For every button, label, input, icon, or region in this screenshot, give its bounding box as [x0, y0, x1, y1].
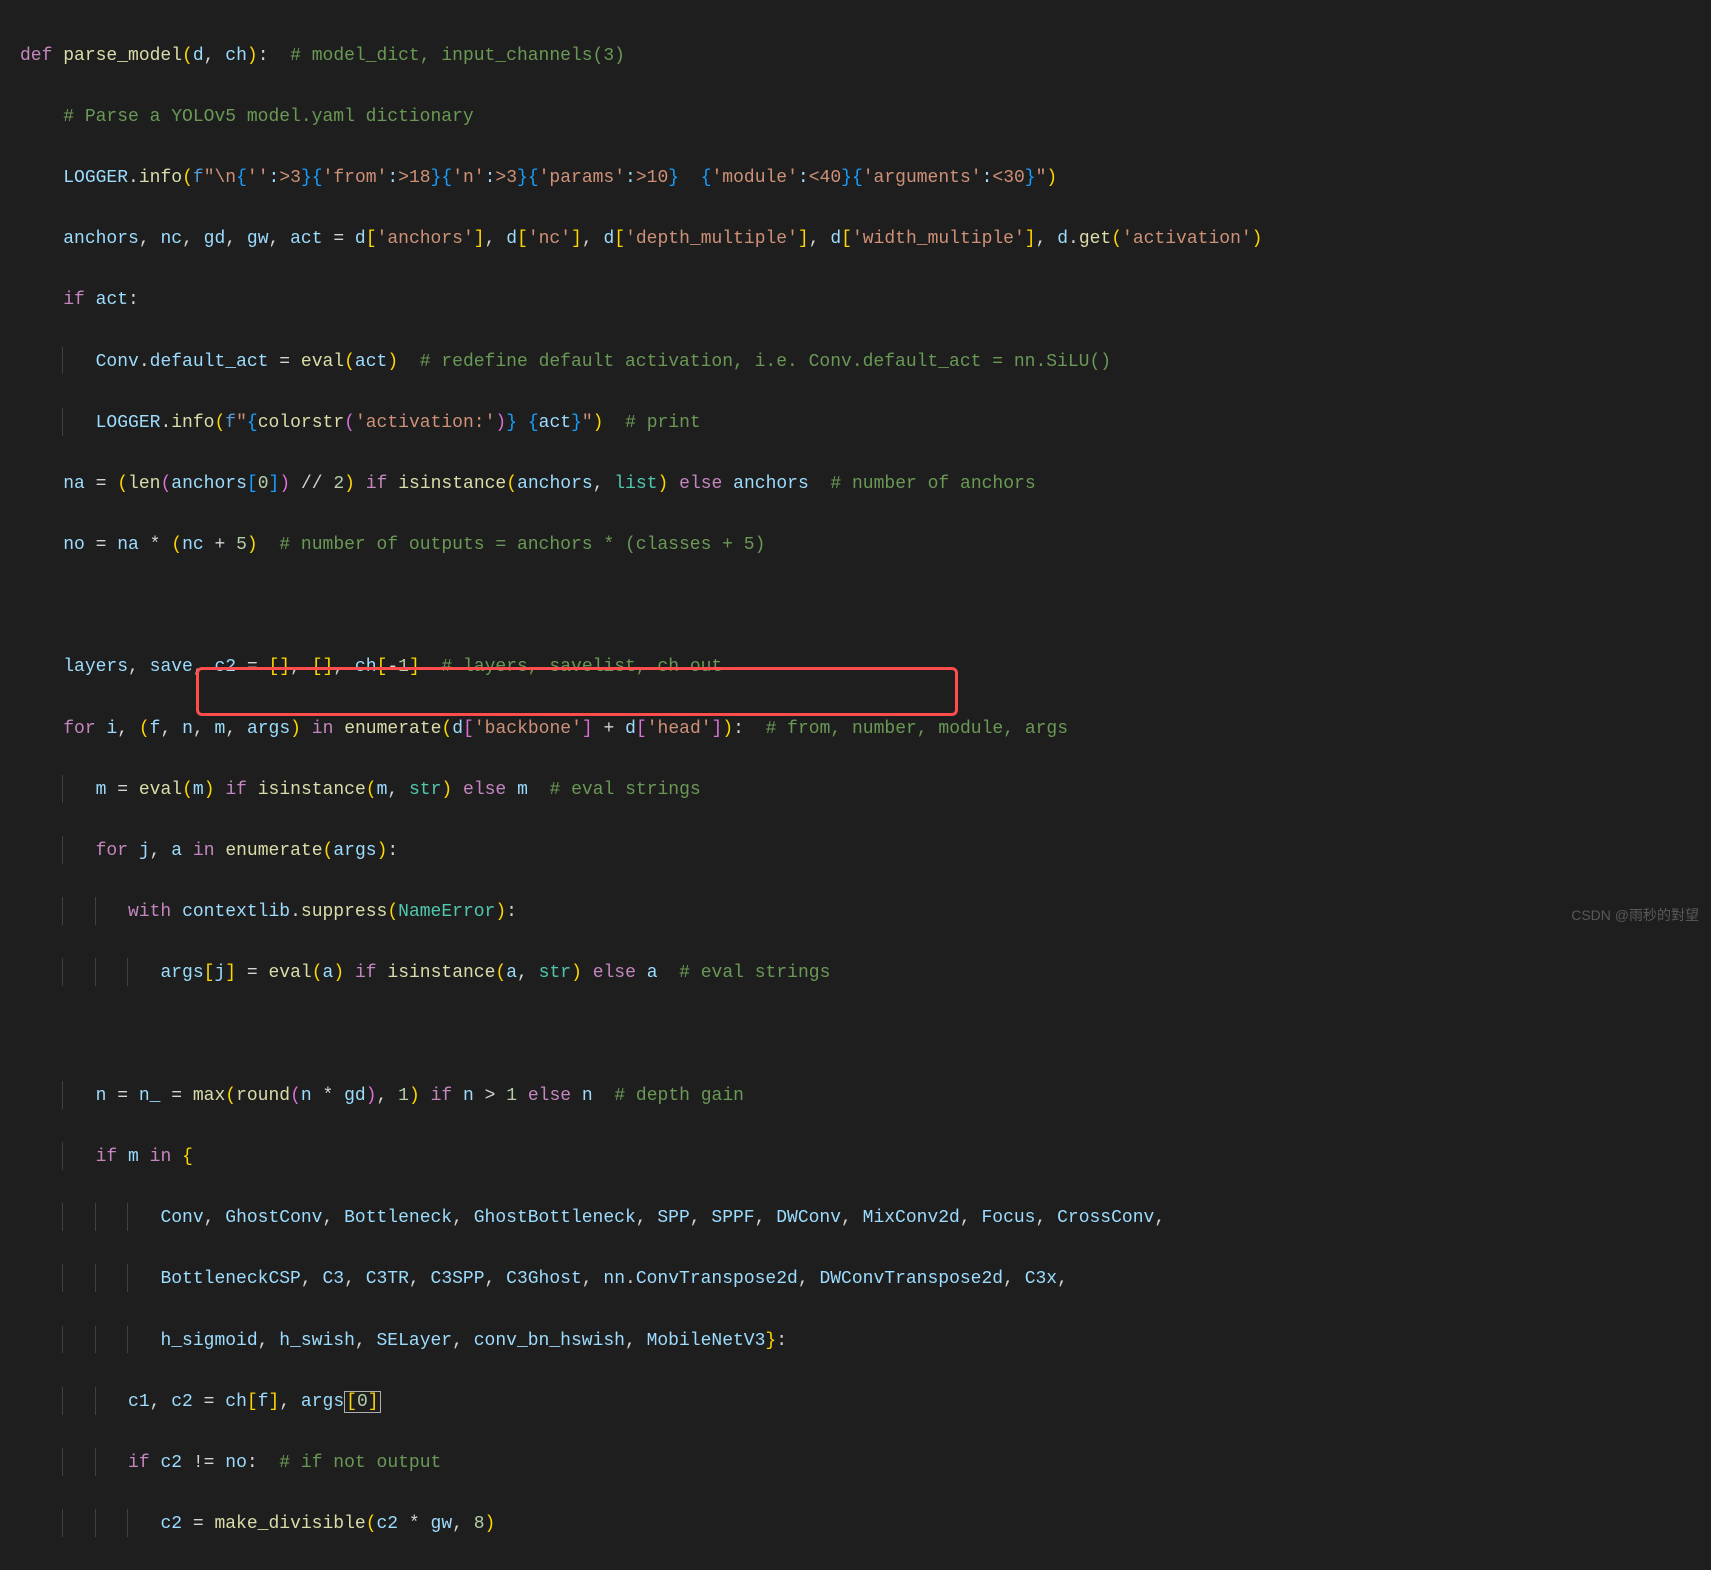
code-line: for i, (f, n, m, args) in enumerate(d['b…	[20, 714, 1711, 745]
code-editor[interactable]: def parse_model(d, ch): # model_dict, in…	[0, 0, 1711, 1570]
code-line	[20, 591, 1711, 622]
code-line: no = na * (nc + 5) # number of outputs =…	[20, 530, 1711, 561]
code-line	[20, 1020, 1711, 1051]
code-line: n = n_ = max(round(n * gd), 1) if n > 1 …	[20, 1081, 1711, 1112]
watermark-text: CSDN @雨秒的對望	[1571, 904, 1699, 928]
code-line: na = (len(anchors[0]) // 2) if isinstanc…	[20, 469, 1711, 500]
code-line: m = eval(m) if isinstance(m, str) else m…	[20, 775, 1711, 806]
code-line: LOGGER.info(f"\n{'':>3}{'from':>18}{'n':…	[20, 163, 1711, 194]
code-line: for j, a in enumerate(args):	[20, 836, 1711, 867]
code-line: with contextlib.suppress(NameError):	[20, 897, 1711, 928]
code-line: c2 = make_divisible(c2 * gw, 8)	[20, 1509, 1711, 1540]
code-line: c1, c2 = ch[f], args[0]	[20, 1387, 1711, 1418]
code-line: layers, save, c2 = [], [], ch[-1] # laye…	[20, 652, 1711, 683]
code-line: Conv.default_act = eval(act) # redefine …	[20, 347, 1711, 378]
code-line: h_sigmoid, h_swish, SELayer, conv_bn_hsw…	[20, 1326, 1711, 1357]
code-line: BottleneckCSP, C3, C3TR, C3SPP, C3Ghost,…	[20, 1264, 1711, 1295]
code-line: anchors, nc, gd, gw, act = d['anchors'],…	[20, 224, 1711, 255]
code-line: if act:	[20, 285, 1711, 316]
code-line: def parse_model(d, ch): # model_dict, in…	[20, 41, 1711, 72]
code-line: # Parse a YOLOv5 model.yaml dictionary	[20, 102, 1711, 133]
code-line: if c2 != no: # if not output	[20, 1448, 1711, 1479]
code-line: if m in {	[20, 1142, 1711, 1173]
code-line: args[j] = eval(a) if isinstance(a, str) …	[20, 958, 1711, 989]
code-line: Conv, GhostConv, Bottleneck, GhostBottle…	[20, 1203, 1711, 1234]
code-line: LOGGER.info(f"{colorstr('activation:')} …	[20, 408, 1711, 439]
